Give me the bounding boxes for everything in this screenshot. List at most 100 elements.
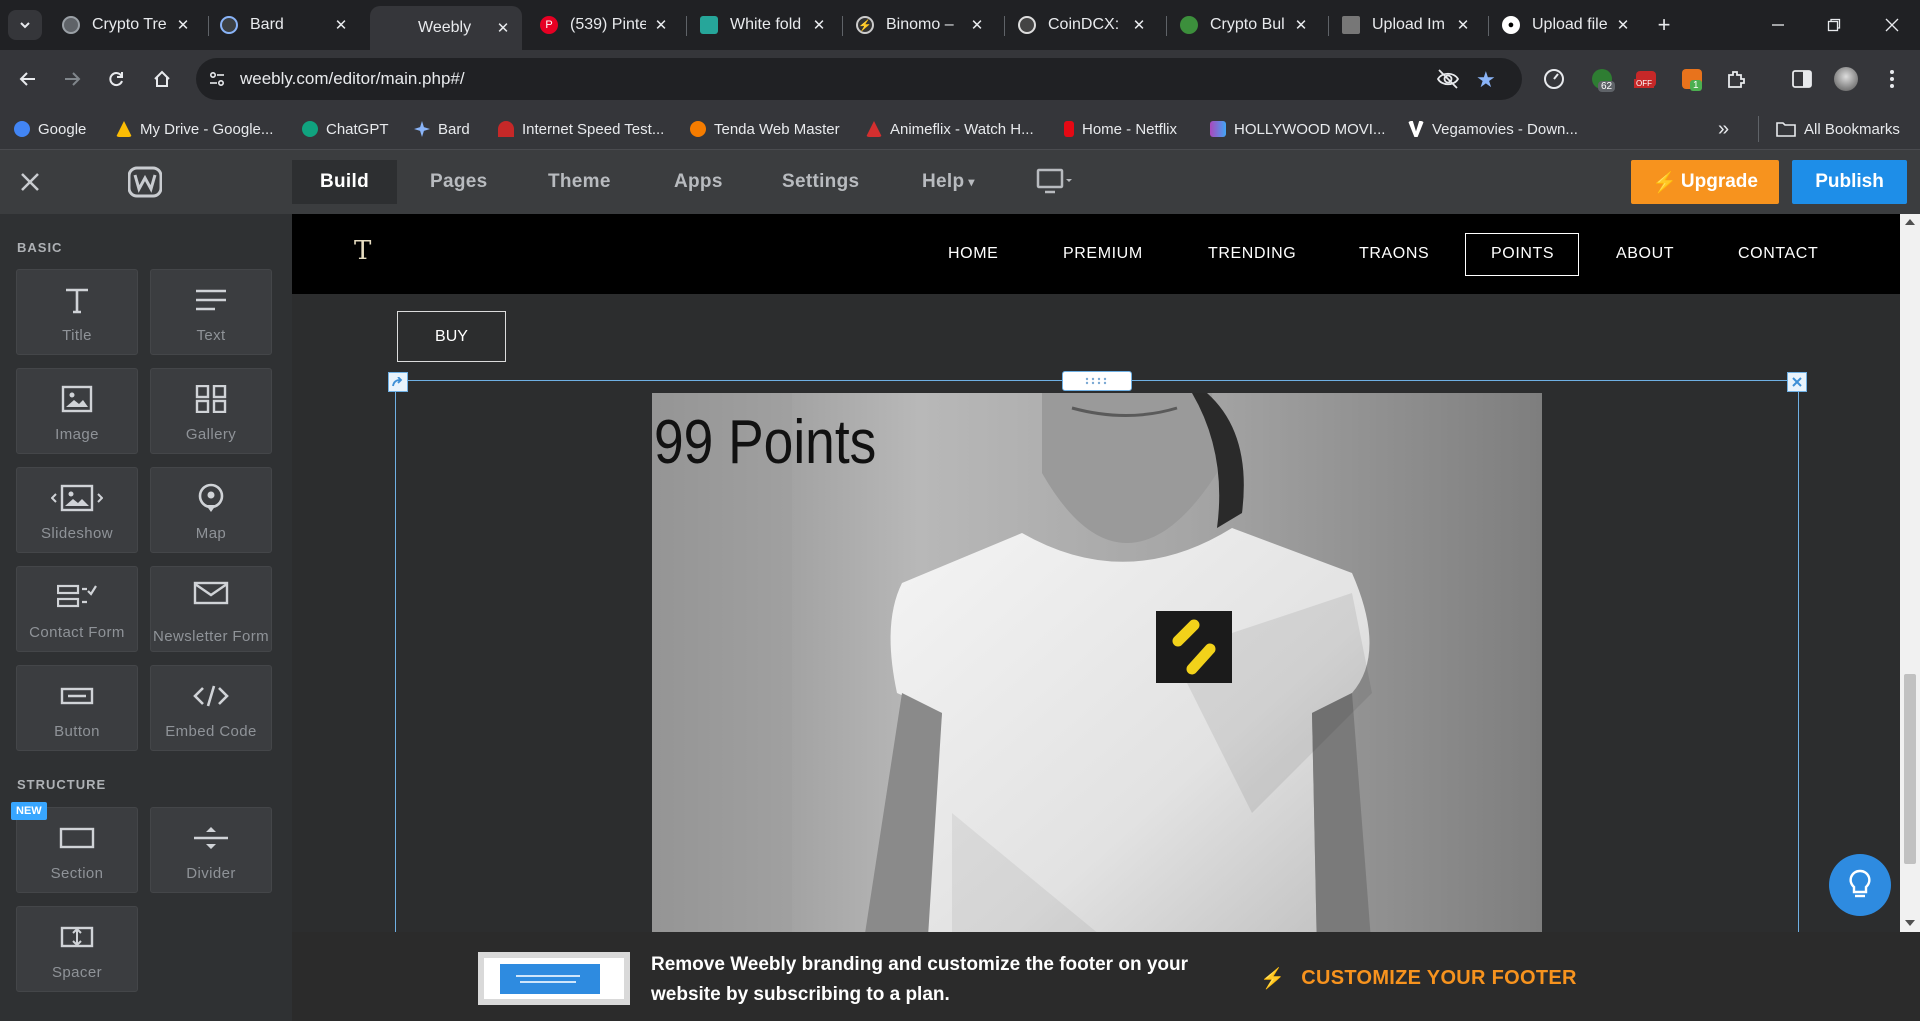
window-close-icon[interactable] bbox=[1872, 10, 1912, 40]
nav-theme[interactable]: Theme bbox=[520, 160, 639, 204]
scroll-up-arrow-icon[interactable] bbox=[1905, 219, 1915, 225]
address-bar[interactable]: weebly.com/editor/main.php#/ ★ bbox=[196, 58, 1522, 100]
bookmark-item[interactable]: Google bbox=[14, 118, 86, 140]
device-preview-toggle[interactable] bbox=[1036, 168, 1076, 201]
eye-off-icon[interactable] bbox=[1436, 68, 1460, 95]
buy-button[interactable]: BUY bbox=[397, 311, 506, 362]
bookmark-item[interactable]: Animeflix - Watch H... bbox=[866, 118, 1034, 140]
browser-tab-active[interactable]: Weebly ✕ bbox=[370, 6, 522, 50]
bookmark-item[interactable]: Vegamovies - Down... bbox=[1408, 118, 1578, 140]
scrollbar-thumb[interactable] bbox=[1904, 674, 1916, 864]
nav-settings[interactable]: Settings bbox=[754, 160, 887, 204]
site-header[interactable]: T HOME PREMIUM TRENDING TRAONS POINTS AB… bbox=[292, 214, 1900, 294]
extension-tampermonkey-icon[interactable]: 1 bbox=[1680, 67, 1704, 91]
scroll-down-arrow-icon[interactable] bbox=[1905, 920, 1915, 926]
site-info-icon[interactable] bbox=[208, 70, 226, 93]
browser-tab[interactable]: Crypto Tre ✕ bbox=[52, 8, 202, 42]
element-map[interactable]: Map bbox=[150, 467, 272, 553]
minimize-icon[interactable] bbox=[1758, 10, 1798, 40]
bookmark-item[interactable]: Bard bbox=[414, 118, 470, 140]
bookmark-item[interactable]: My Drive - Google... bbox=[116, 118, 273, 140]
close-editor-icon[interactable] bbox=[20, 172, 40, 197]
element-newsletter-form[interactable]: Newsletter Form bbox=[150, 566, 272, 652]
browser-menu-icon[interactable] bbox=[1880, 67, 1904, 91]
forward-arrow-icon[interactable] bbox=[56, 63, 88, 95]
canvas-scrollbar[interactable] bbox=[1900, 214, 1920, 932]
tab-close-icon[interactable]: ✕ bbox=[1130, 16, 1148, 34]
tab-search-button[interactable] bbox=[8, 10, 42, 40]
tab-close-icon[interactable]: ✕ bbox=[1614, 16, 1632, 34]
site-nav-trending[interactable]: TRENDING bbox=[1208, 245, 1296, 263]
site-nav-points[interactable]: POINTS bbox=[1491, 245, 1554, 263]
extension-speed-icon[interactable] bbox=[1542, 67, 1566, 91]
tab-close-icon[interactable]: ✕ bbox=[1292, 16, 1310, 34]
tab-close-icon[interactable]: ✕ bbox=[332, 16, 350, 34]
tab-close-icon[interactable]: ✕ bbox=[968, 16, 986, 34]
site-nav-contact[interactable]: CONTACT bbox=[1738, 245, 1818, 263]
element-title[interactable]: Title bbox=[16, 269, 138, 355]
bookmark-item[interactable]: Tenda Web Master bbox=[690, 118, 840, 140]
element-contact-form[interactable]: Contact Form bbox=[16, 566, 138, 652]
site-nav-traons[interactable]: TRAONS bbox=[1359, 245, 1429, 263]
element-image[interactable]: Image bbox=[16, 368, 138, 454]
profile-avatar[interactable] bbox=[1834, 67, 1858, 91]
extension-off-icon[interactable]: OFF bbox=[1634, 67, 1658, 91]
bookmark-item[interactable]: HOLLYWOOD MOVI... bbox=[1210, 118, 1385, 140]
all-bookmarks-button[interactable]: All Bookmarks bbox=[1776, 118, 1900, 140]
browser-tab-strip: Crypto Tre ✕ Bard ✕ Weebly ✕ P (539) Pin… bbox=[0, 0, 1920, 50]
bookmark-item[interactable]: Internet Speed Test... bbox=[498, 118, 664, 140]
back-arrow-icon[interactable] bbox=[12, 63, 44, 95]
browser-tab[interactable]: ⚡ Binomo – ✕ bbox=[846, 8, 996, 42]
drag-handle[interactable] bbox=[1062, 371, 1132, 391]
tab-close-icon[interactable]: ✕ bbox=[810, 16, 828, 34]
browser-tab[interactable]: ● Upload file ✕ bbox=[1492, 8, 1642, 42]
nav-build[interactable]: Build bbox=[292, 160, 397, 204]
restore-icon[interactable] bbox=[1814, 10, 1854, 40]
browser-tab[interactable]: Bard ✕ bbox=[210, 8, 360, 42]
site-nav-home[interactable]: HOME bbox=[948, 245, 998, 263]
home-icon[interactable] bbox=[146, 63, 178, 95]
bookmark-star-icon[interactable]: ★ bbox=[1476, 67, 1496, 93]
element-text[interactable]: Text bbox=[150, 269, 272, 355]
side-panel-icon[interactable] bbox=[1790, 67, 1814, 91]
tab-close-icon[interactable]: ✕ bbox=[652, 16, 670, 34]
weebly-logo[interactable] bbox=[127, 166, 163, 198]
browser-tab[interactable]: Crypto Bul ✕ bbox=[1170, 8, 1320, 42]
browser-tab[interactable]: Upload Im ✕ bbox=[1332, 8, 1482, 42]
reload-icon[interactable] bbox=[100, 63, 132, 95]
element-button[interactable]: Button bbox=[16, 665, 138, 751]
site-nav-premium[interactable]: PREMIUM bbox=[1063, 245, 1143, 263]
site-nav-about[interactable]: ABOUT bbox=[1616, 245, 1674, 263]
bookmarks-overflow-button[interactable]: » bbox=[1718, 118, 1729, 140]
element-spacer[interactable]: Spacer bbox=[16, 906, 138, 992]
element-gallery[interactable]: Gallery bbox=[150, 368, 272, 454]
folder-site-icon bbox=[700, 16, 718, 34]
help-lightbulb-button[interactable] bbox=[1829, 854, 1891, 916]
tab-title: Upload Im bbox=[1372, 16, 1445, 33]
element-embed-code[interactable]: Embed Code bbox=[150, 665, 272, 751]
browser-tab[interactable]: CoinDCX: C ✕ bbox=[1008, 8, 1158, 42]
tab-close-icon[interactable]: ✕ bbox=[1454, 16, 1472, 34]
product-image[interactable]: 99 Points bbox=[652, 393, 1542, 932]
delete-element-icon[interactable] bbox=[1787, 372, 1807, 392]
bookmark-item[interactable]: Home - Netflix bbox=[1064, 118, 1177, 140]
link-arrow-icon[interactable] bbox=[388, 372, 408, 392]
nav-apps[interactable]: Apps bbox=[646, 160, 751, 204]
customize-footer-link[interactable]: ⚡ CUSTOMIZE YOUR FOOTER bbox=[1260, 966, 1577, 991]
browser-tab[interactable]: White fold ✕ bbox=[690, 8, 838, 42]
nav-pages[interactable]: Pages bbox=[402, 160, 515, 204]
element-divider[interactable]: Divider bbox=[150, 807, 272, 893]
editor-canvas[interactable]: T HOME PREMIUM TRENDING TRAONS POINTS AB… bbox=[292, 214, 1900, 932]
upgrade-button[interactable]: ⚡ Upgrade bbox=[1631, 160, 1779, 204]
tab-close-icon[interactable]: ✕ bbox=[174, 16, 192, 34]
extension-shield-icon[interactable]: 62 bbox=[1590, 67, 1616, 92]
browser-tab[interactable]: P (539) Pinte ✕ bbox=[530, 8, 680, 42]
site-logo[interactable]: T bbox=[354, 236, 371, 266]
publish-button[interactable]: Publish bbox=[1792, 160, 1907, 204]
bookmark-item[interactable]: ChatGPT bbox=[302, 118, 389, 140]
tab-close-icon[interactable]: ✕ bbox=[494, 19, 512, 37]
extensions-puzzle-icon[interactable] bbox=[1724, 67, 1748, 91]
element-slideshow[interactable]: Slideshow bbox=[16, 467, 138, 553]
new-tab-button[interactable]: + bbox=[1644, 10, 1684, 40]
nav-help[interactable]: Help ▾ bbox=[894, 160, 1003, 204]
